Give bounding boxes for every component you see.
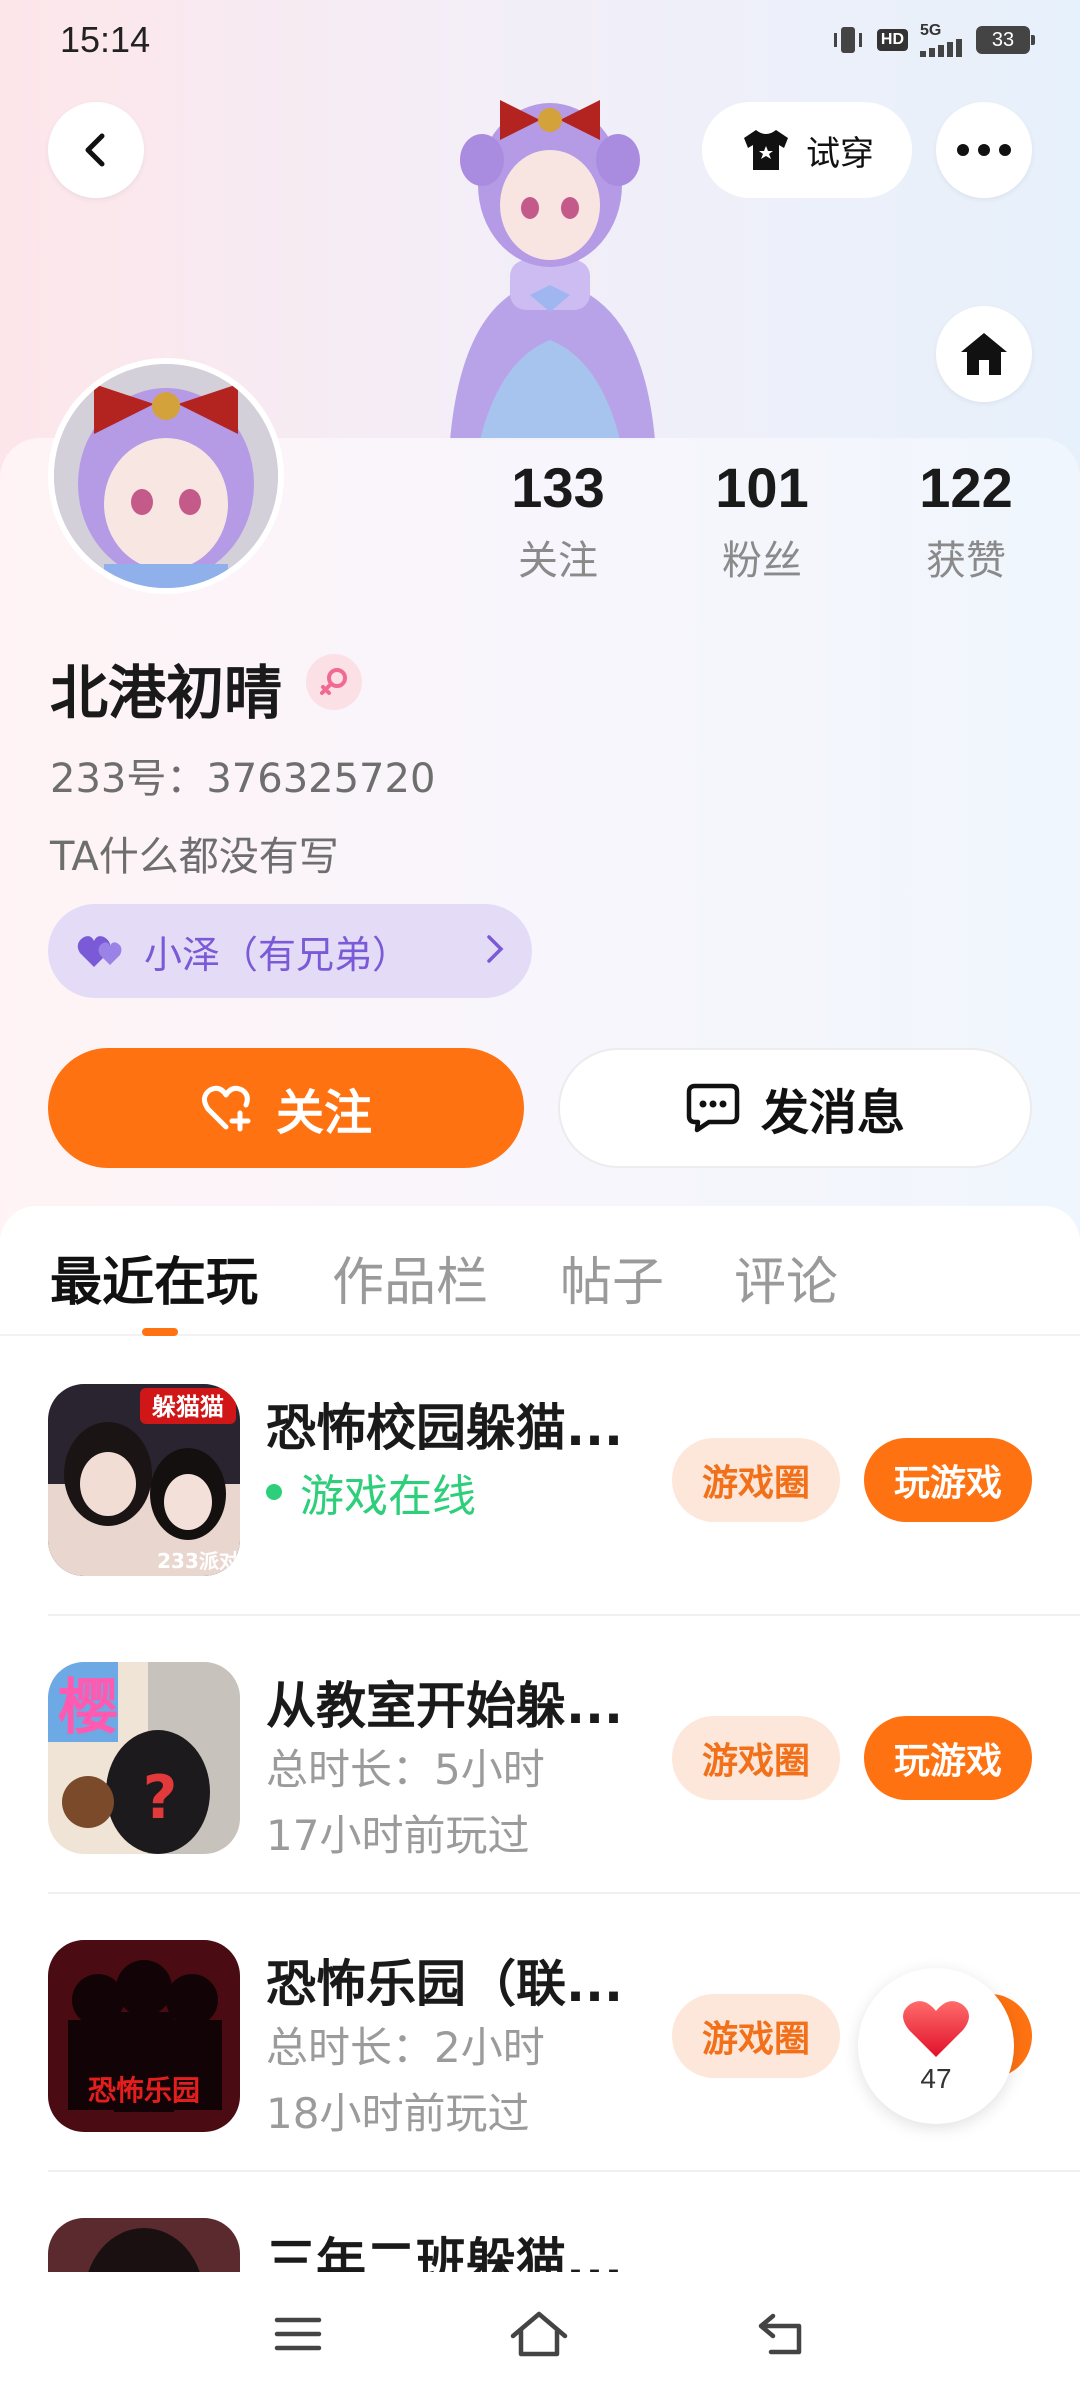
chat-bubble-icon <box>686 1083 740 1133</box>
vibrate-icon <box>831 25 865 55</box>
status-icons: HD 5G 33 <box>831 23 1035 57</box>
network-label: 5G <box>920 22 942 39</box>
more-dots-icon <box>957 144 1011 156</box>
like-count: 47 <box>920 2063 952 2094</box>
list-item[interactable]: ? 樱 从教室开始躲... 总时长：5小时 17小时前玩过 游戏圈 玩游戏 <box>48 1616 1080 1894</box>
game-circle-button[interactable]: 游戏圈 <box>672 1716 840 1800</box>
stat-label: 关注 <box>518 538 598 584</box>
stat-label: 粉丝 <box>722 538 802 584</box>
list-item[interactable]: 躲猫猫 233派对 恐怖校园躲猫... 游戏在线 游戏圈 玩游戏 <box>48 1338 1080 1616</box>
game-title: 恐怖校园躲猫... <box>266 1399 623 1457</box>
stat-followers[interactable]: 101 粉丝 <box>682 455 842 586</box>
tshirt-icon <box>744 130 788 170</box>
play-game-button[interactable]: 玩游戏 <box>864 1438 1032 1522</box>
chevron-right-icon <box>486 929 504 973</box>
tab-comments[interactable]: 评论 <box>734 1240 838 1315</box>
user-bio: TA什么都没有写 <box>50 834 339 880</box>
game-last-played: 18小时前玩过 <box>266 2089 530 2138</box>
system-navigation-bar <box>0 2272 1080 2400</box>
stat-likes[interactable]: 122 获赞 <box>886 455 1046 586</box>
username: 北港初晴 <box>50 659 283 727</box>
home-nav-icon[interactable] <box>509 2310 569 2362</box>
game-circle-button[interactable]: 游戏圈 <box>672 1994 840 2078</box>
stat-value: 133 <box>511 456 605 519</box>
home-button[interactable] <box>936 306 1032 402</box>
back-nav-icon[interactable] <box>755 2312 807 2360</box>
friend-tag-label: 小泽（有兄弟） <box>144 932 411 977</box>
try-on-button[interactable]: 试穿 <box>702 102 912 198</box>
game-duration: 总时长：2小时 <box>266 2023 545 2072</box>
game-icon <box>48 2218 240 2272</box>
chevron-left-icon <box>85 133 105 167</box>
double-heart-icon <box>77 936 122 967</box>
send-message-button[interactable]: 发消息 <box>558 1048 1032 1168</box>
signal-icon: 5G <box>920 23 964 57</box>
like-floating-button[interactable]: 47 <box>858 1968 1014 2124</box>
stat-following[interactable]: 133 关注 <box>478 455 638 586</box>
follow-label: 关注 <box>275 1085 372 1141</box>
game-icon: 躲猫猫 233派对 <box>48 1384 240 1576</box>
status-time: 15:14 <box>60 19 151 60</box>
online-dot-icon <box>266 1484 282 1500</box>
game-title: 从教室开始躲... <box>266 1677 623 1735</box>
heart-plus-icon <box>201 1085 251 1132</box>
user-id: 233号：376325720 <box>50 756 436 802</box>
game-icon-text: 恐怖乐园 <box>88 2074 200 2107</box>
game-circle-button[interactable]: 游戏圈 <box>672 1438 840 1522</box>
battery-icon: 33 <box>976 26 1035 54</box>
game-icon: 恐怖乐园 <box>48 1940 240 2132</box>
try-on-label: 试穿 <box>806 133 874 174</box>
tab-posts[interactable]: 帖子 <box>560 1240 664 1315</box>
avatar[interactable] <box>48 358 284 594</box>
game-last-played: 17小时前玩过 <box>266 1811 530 1860</box>
home-icon <box>961 333 1007 375</box>
status-bar: 15:14 HD 5G 33 <box>0 0 1080 80</box>
online-status: 游戏在线 <box>266 1460 476 1524</box>
list-item[interactable]: 三年二班躲猫... <box>48 2172 1080 2272</box>
game-icon-text: 樱 <box>58 1673 118 1743</box>
female-gender-icon <box>306 654 362 710</box>
avatar-3d-figure <box>390 80 710 440</box>
game-duration: 总时长：5小时 <box>266 1745 545 1794</box>
send-message-label: 发消息 <box>760 1085 905 1141</box>
heart-icon <box>903 2001 969 2057</box>
game-title: 三年二班躲猫... <box>266 2233 623 2272</box>
game-icon: ? 樱 <box>48 1662 240 1854</box>
play-game-button[interactable]: 玩游戏 <box>864 1716 1032 1800</box>
stat-value: 122 <box>919 456 1013 519</box>
svg-text:?: ? <box>143 1763 178 1833</box>
stat-label: 获赞 <box>926 538 1006 584</box>
back-button[interactable] <box>48 102 144 198</box>
more-button[interactable] <box>936 102 1032 198</box>
menu-icon[interactable] <box>273 2314 323 2358</box>
active-tab-indicator <box>142 1328 178 1336</box>
hd-icon: HD <box>876 29 908 51</box>
game-title: 恐怖乐园（联... <box>266 1955 623 2013</box>
friend-relation-tag[interactable]: 小泽（有兄弟） <box>48 904 532 998</box>
game-icon-text: 233派对 <box>157 1549 239 1573</box>
game-icon-text: 躲猫猫 <box>152 1393 224 1421</box>
follow-button[interactable]: 关注 <box>48 1048 524 1168</box>
tab-works[interactable]: 作品栏 <box>332 1240 488 1315</box>
online-status-label: 游戏在线 <box>300 1471 476 1522</box>
profile-tabs: 最近在玩 作品栏 帖子 评论 <box>0 1206 1080 1336</box>
tab-recently-played[interactable]: 最近在玩 <box>50 1240 258 1315</box>
stat-value: 101 <box>715 456 809 519</box>
